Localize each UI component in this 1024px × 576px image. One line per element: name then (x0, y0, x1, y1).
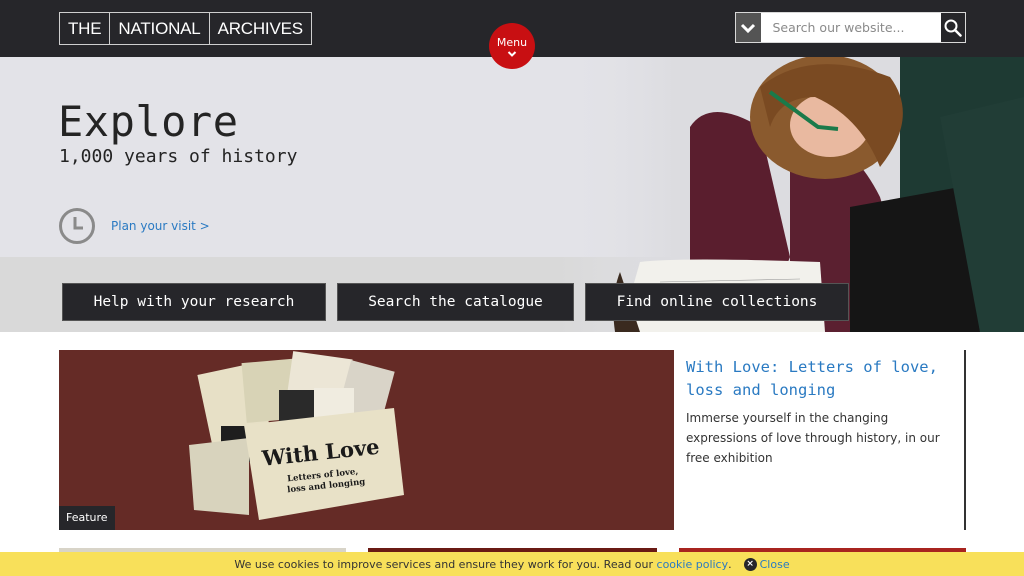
cookie-text: We use cookies to improve services and e… (234, 557, 654, 571)
search-scope-toggle[interactable] (736, 13, 761, 42)
hero-title: Explore (58, 97, 239, 146)
feature-badge: Feature (59, 506, 115, 530)
cookie-banner: We use cookies to improve services and e… (0, 552, 1024, 576)
feature-image[interactable]: With Love Letters of love, loss and long… (59, 350, 674, 530)
plan-visit: Plan your visit > (58, 207, 210, 245)
hero-section: Explore 1,000 years of history Plan your… (0, 57, 1024, 332)
help-research-button[interactable]: Help with your research (62, 283, 326, 321)
cookie-close-button[interactable]: × Close (743, 557, 790, 571)
find-online-collections-button[interactable]: Find online collections (585, 283, 849, 321)
search-button[interactable] (940, 13, 965, 42)
logo-the: THE (68, 18, 102, 38)
cookie-text-end: . (728, 557, 732, 571)
site-logo[interactable]: THE NATIONAL ARCHIVES (59, 12, 312, 45)
search-bar (735, 12, 966, 43)
search-input[interactable] (760, 13, 941, 42)
feature-description: Immerse yourself in the changing express… (686, 411, 940, 465)
search-icon (944, 19, 962, 37)
close-icon: × (743, 557, 757, 571)
chevron-down-icon (507, 51, 517, 57)
hero-subtitle: 1,000 years of history (59, 146, 298, 167)
clock-icon (59, 208, 95, 244)
menu-button[interactable]: Menu (489, 23, 535, 69)
menu-label: Menu (496, 36, 528, 49)
with-love-box-illustration: With Love Letters of love, loss and long… (59, 350, 674, 530)
search-catalogue-button[interactable]: Search the catalogue (337, 283, 574, 321)
cookie-policy-link[interactable]: cookie policy (657, 558, 729, 571)
logo-national: NATIONAL (109, 13, 208, 44)
plan-visit-link[interactable]: Plan your visit > (111, 219, 210, 233)
cookie-close-label: Close (759, 557, 790, 571)
logo-archives: ARCHIVES (208, 13, 311, 44)
feature-divider (964, 350, 966, 530)
feature-title-link[interactable]: With Love: Letters of love, loss and lon… (686, 356, 956, 402)
chevron-down-icon (741, 23, 756, 33)
